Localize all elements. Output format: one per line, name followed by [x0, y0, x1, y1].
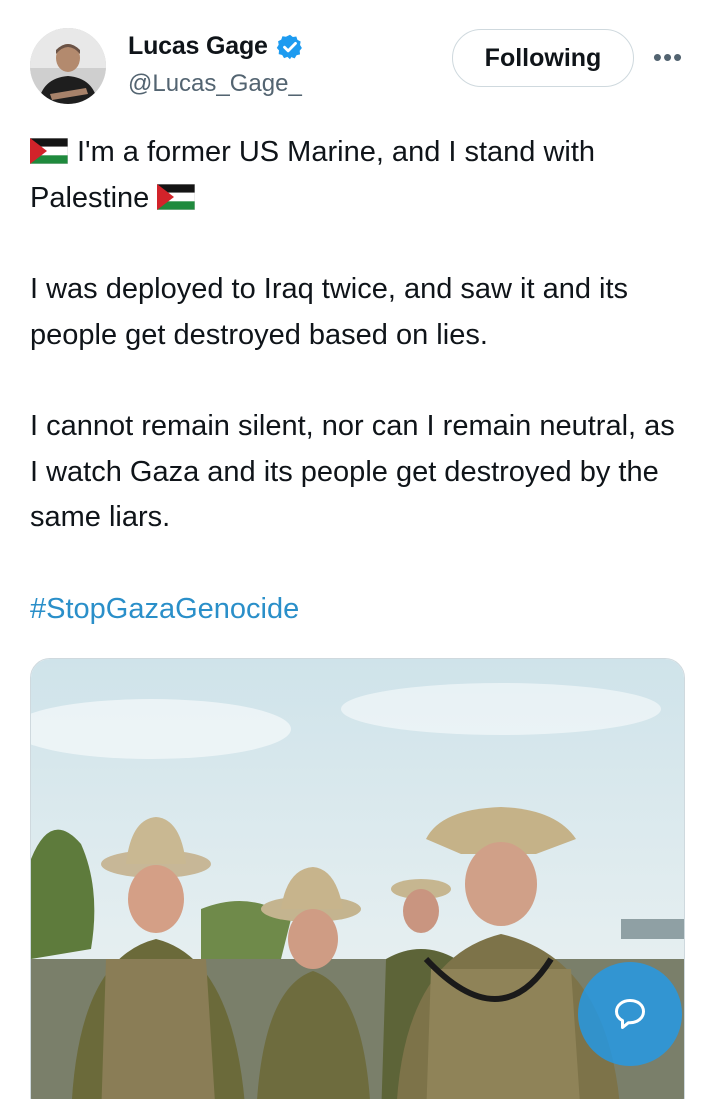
tweet-paragraph-2: I was deployed to Iraq twice, and saw it…	[30, 273, 629, 351]
palestine-flag-icon	[30, 138, 68, 164]
tweet-header: Lucas Gage @Lucas_Gage_ Following •••	[0, 0, 717, 110]
avatar[interactable]	[30, 28, 106, 104]
author-name[interactable]: Lucas Gage	[128, 32, 268, 61]
author-handle[interactable]: @Lucas_Gage_	[128, 70, 302, 98]
avatar-photo	[30, 28, 106, 104]
more-options-icon[interactable]: •••	[648, 42, 688, 72]
verified-badge-icon	[276, 33, 304, 61]
chat-bubble-button[interactable]	[578, 962, 682, 1066]
hashtag-link[interactable]: #StopGazaGenocide	[30, 587, 690, 633]
tweet-text: I'm a former US Marine, and I stand with…	[30, 130, 690, 632]
author-name-row: Lucas Gage	[128, 32, 304, 61]
tweet-paragraph-1: I'm a former US Marine, and I stand with…	[30, 130, 690, 221]
palestine-flag-icon	[157, 183, 196, 210]
tweet-line-1: I'm a former US Marine, and I stand with…	[30, 136, 596, 214]
tweet-paragraph-3: I cannot remain silent, nor can I remain…	[30, 410, 675, 533]
chat-bubble-icon	[615, 999, 645, 1029]
following-button[interactable]: Following	[452, 29, 634, 87]
